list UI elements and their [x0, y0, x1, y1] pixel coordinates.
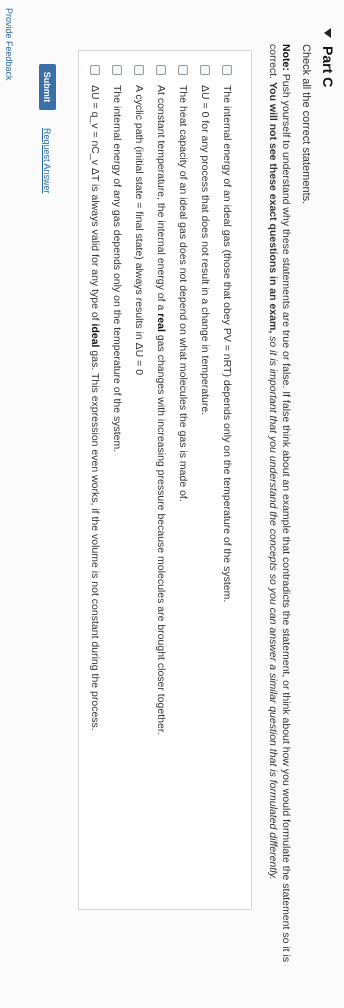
choices-list: The internal energy of an ideal gas (tho… [78, 50, 252, 910]
checkbox[interactable] [200, 65, 210, 75]
choice-item[interactable]: A cyclic path (initial state = final sta… [133, 65, 145, 375]
choice-item[interactable]: The heat capacity of an ideal gas does n… [177, 65, 189, 502]
request-answer-link[interactable]: Request Answer [42, 128, 52, 194]
choice-label: At constant temperature, the internal en… [155, 85, 167, 735]
choice-label-bold: real [155, 313, 167, 332]
note-bold-tail: You will not see these exact questions i… [267, 81, 279, 334]
part-header[interactable]: Part C [320, 28, 336, 87]
choice-label-post: gas changes with increasing pressure bec… [155, 334, 167, 735]
choice-item[interactable]: ΔU = q_v = nC_v ΔT is always valid for a… [89, 65, 101, 731]
choice-label-pre: ΔU = q_v = nC_v ΔT is always valid for a… [89, 85, 101, 321]
choice-label-post: gas. This expression even works, if the … [89, 350, 101, 731]
submit-button[interactable]: Submit [39, 64, 56, 110]
note-lead: Note: [280, 44, 292, 71]
checkbox[interactable] [156, 65, 166, 75]
choice-label: The heat capacity of an ideal gas does n… [177, 85, 189, 502]
part-title: Part C [320, 46, 336, 88]
choice-item[interactable]: The internal energy of an ideal gas (tho… [221, 65, 233, 602]
choice-label-bold: ideal [89, 323, 101, 348]
choice-item[interactable]: ΔU = 0 for any process that does not res… [199, 65, 211, 415]
collapse-caret-icon[interactable] [324, 28, 332, 38]
choice-label: A cyclic path (initial state = final sta… [133, 85, 145, 376]
choice-label: The internal energy of any gas depends o… [111, 85, 123, 453]
choice-label-pre: At constant temperature, the internal en… [155, 85, 167, 311]
choice-label: ΔU = q_v = nC_v ΔT is always valid for a… [89, 85, 101, 731]
choice-item[interactable]: The internal energy of any gas depends o… [111, 65, 123, 452]
choice-item[interactable]: At constant temperature, the internal en… [155, 65, 167, 735]
question-panel: Part C Check all the correct statements.… [0, 0, 344, 1008]
checkbox[interactable] [134, 65, 144, 75]
checkbox[interactable] [90, 65, 100, 75]
instruction-text: Check all the correct statements. [300, 44, 312, 205]
choice-label: ΔU = 0 for any process that does not res… [199, 85, 211, 416]
choice-label: The internal energy of an ideal gas (tho… [221, 85, 233, 603]
checkbox[interactable] [112, 65, 122, 75]
checkbox[interactable] [178, 65, 188, 75]
checkbox[interactable] [222, 65, 232, 75]
provide-feedback-link[interactable]: Provide Feedback [4, 8, 14, 81]
note-italic-tail: so it is important that you understand t… [267, 336, 279, 880]
note-text: Note: Push yourself to understand why th… [266, 44, 292, 989]
